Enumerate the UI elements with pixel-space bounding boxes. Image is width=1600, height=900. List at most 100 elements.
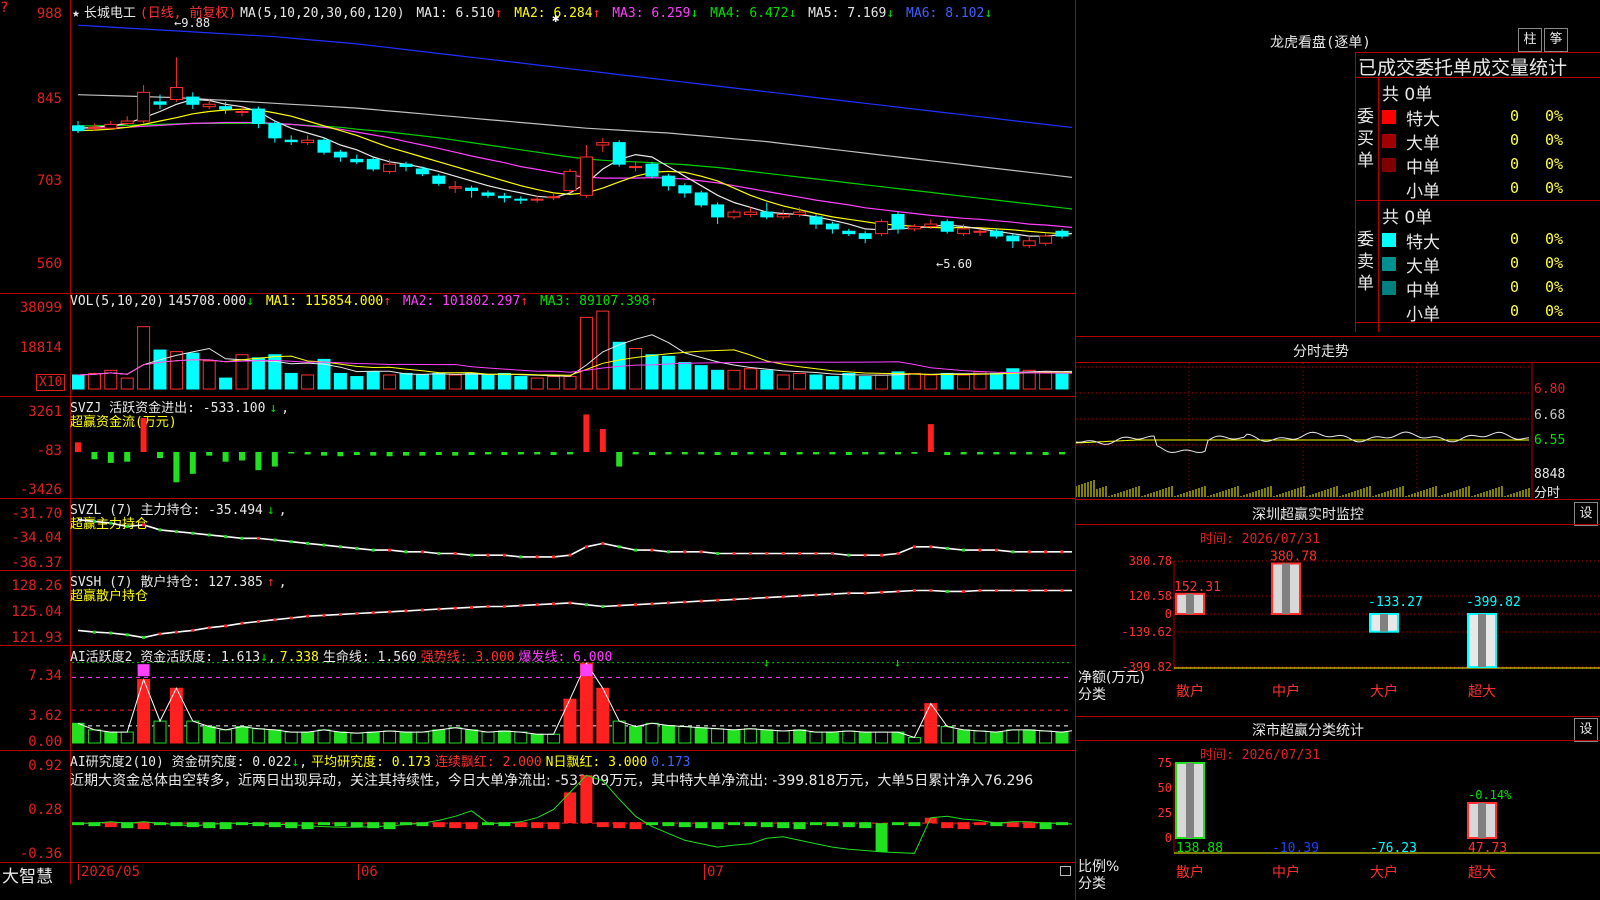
position-dot <box>945 546 949 550</box>
volume-bar <box>186 352 200 390</box>
research-bar <box>695 822 708 829</box>
position-dot <box>847 553 851 557</box>
price-axis-label: 845 <box>36 91 62 107</box>
stats-title: 深市超赢分类统计 <box>1252 723 1364 739</box>
flow-bar <box>452 452 459 456</box>
ma6-line <box>77 24 1072 129</box>
research-bar <box>678 822 691 828</box>
bar-mode-button[interactable]: 柱 <box>1518 28 1542 52</box>
position-dot <box>92 519 96 523</box>
position-dot <box>1044 550 1048 554</box>
sell-row-label: 中单 <box>1406 281 1440 301</box>
divider <box>1076 716 1600 717</box>
kite-mode-button[interactable]: 筝 <box>1544 28 1568 52</box>
sell-total: 共 0单 <box>1382 208 1433 228</box>
research-bar <box>744 822 757 827</box>
volume-bar <box>284 372 298 390</box>
candle-body <box>301 139 315 144</box>
position-dot <box>666 550 670 554</box>
volume-chart[interactable] <box>72 294 1072 396</box>
candle-body <box>284 139 298 143</box>
position-dot <box>109 521 113 525</box>
position-dot <box>847 591 851 595</box>
high-note: ←9.88 <box>174 16 211 30</box>
position-dot <box>945 589 949 593</box>
down-arrow: ↓ <box>894 655 901 669</box>
ai1-chart[interactable]: ↓ ↓ <box>72 646 1072 750</box>
stats-settings-button[interactable]: 设 <box>1574 718 1598 742</box>
research-bar <box>547 822 560 830</box>
stats-category-label: 散户 <box>1176 864 1204 881</box>
price-axis-label: 703 <box>36 173 62 189</box>
candle-body <box>973 230 987 233</box>
svzj-chart[interactable] <box>72 397 1072 498</box>
ma1-line <box>77 98 1072 237</box>
activity-bar <box>743 728 757 744</box>
sell-legend-square <box>1382 233 1396 247</box>
burst-marker <box>137 664 150 677</box>
position-dot <box>240 621 244 625</box>
position-dot <box>863 553 867 557</box>
vol-axis-label: 18814 <box>19 340 62 356</box>
flow-bar <box>157 452 163 459</box>
position-dot <box>437 552 441 555</box>
volume-bar <box>366 371 380 390</box>
volume-bar <box>465 372 479 390</box>
activity-bar <box>268 729 282 744</box>
divider-ai2-footer <box>0 862 1076 863</box>
monitor-settings-button[interactable]: 设 <box>1574 502 1598 526</box>
flow-bar <box>1026 452 1033 455</box>
position-dot <box>798 594 802 598</box>
monitor-bar-label: 152.31 <box>1174 580 1221 595</box>
flow-bar <box>353 452 360 456</box>
position-dot <box>617 545 621 549</box>
sell-row-percent: 0% <box>1545 302 1564 320</box>
buy-row-label: 小单 <box>1406 182 1440 202</box>
activity-bar <box>842 730 856 744</box>
date-label: 07 <box>704 864 724 880</box>
svzj-axis-label: 3261 <box>28 404 62 420</box>
position-dot <box>601 541 605 545</box>
position-dot <box>880 553 884 557</box>
intraday-chart[interactable] <box>1076 363 1600 499</box>
position-dot <box>174 530 178 534</box>
position-dot <box>830 592 834 596</box>
position-dot <box>830 552 834 555</box>
volume-bar <box>448 374 462 390</box>
flow-bar <box>911 452 918 454</box>
flow-bar <box>517 452 524 455</box>
position-dot <box>535 603 539 607</box>
buy-row-count: 0 <box>1510 131 1520 149</box>
position-dot <box>453 552 457 555</box>
candle-body <box>399 163 413 168</box>
flow-bar <box>665 452 672 455</box>
svsh-axis-label: 121.93 <box>11 630 62 646</box>
flow-bar <box>271 452 278 467</box>
activity-bar <box>678 726 692 744</box>
volume-bar <box>793 372 807 390</box>
burst-marker <box>580 664 593 677</box>
svzl-chart[interactable] <box>72 499 1072 570</box>
position-dot <box>306 614 310 618</box>
monitor-bar-chart[interactable]: 380.78 120.58 0 -139.62 -399.82 152.31 散户 380.7… <box>1076 525 1600 715</box>
position-dot <box>1027 550 1031 554</box>
research-bar <box>629 822 642 830</box>
candle-body <box>842 230 856 235</box>
lock-icon[interactable] <box>1060 866 1071 876</box>
svzl-axis-label: -31.70 <box>11 506 62 522</box>
position-dot <box>781 595 785 599</box>
research-bar <box>941 822 954 829</box>
research-bar <box>350 822 363 828</box>
candlestick-chart[interactable]: ✱ <box>72 0 1072 293</box>
activity-bar <box>1022 729 1036 744</box>
svsh-chart[interactable] <box>72 571 1072 645</box>
candle-body <box>629 166 643 169</box>
stats-xlabel: 分类 <box>1078 876 1106 892</box>
stats-bar-chart[interactable]: 75 50 25 0 138.88 散户 -10.39 中户 -76.23 大户 47.73 超大 -0… <box>1076 741 1600 900</box>
price-axis-label: 560 <box>36 256 62 272</box>
candle-body <box>891 213 905 230</box>
ai2-chart[interactable] <box>72 751 1072 862</box>
buy-row-percent: 0% <box>1545 107 1564 125</box>
volume-bar <box>251 357 265 390</box>
position-dot <box>256 536 260 540</box>
